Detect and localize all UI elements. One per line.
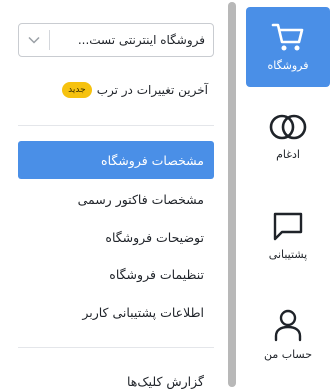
- menu-item-invoice-specs[interactable]: مشخصات فاکتور رسمی: [18, 180, 214, 218]
- menu-item-store-specs[interactable]: مشخصات فروشگاه: [18, 141, 214, 179]
- rail-item-label: حساب من: [263, 348, 313, 361]
- menu-item-label: اطلاعات پشتیبانی کاربر: [82, 304, 204, 320]
- recent-changes-label: آخرین تغییرات در ترب: [96, 83, 208, 97]
- rail-item-integration[interactable]: ادغام: [246, 112, 330, 182]
- user-icon: [272, 308, 304, 342]
- side-panel: فروشگاه اینترنتی تست... آخرین تغییرات در…: [0, 0, 226, 389]
- menu-item-label: توضیحات فروشگاه: [105, 229, 204, 245]
- menu-item-support-info[interactable]: اطلاعات پشتیبانی کاربر: [18, 293, 214, 331]
- menu-item-label: مشخصات فاکتور رسمی: [77, 191, 204, 207]
- store-select[interactable]: فروشگاه اینترنتی تست...: [18, 23, 214, 57]
- scrollbar-track[interactable]: [228, 2, 236, 387]
- rail-item-label: پشتیبانی: [268, 248, 308, 261]
- rail-item-label: ادغام: [276, 148, 300, 161]
- rail-item-account[interactable]: حساب من: [246, 308, 330, 380]
- scrollbar-thumb[interactable]: [228, 2, 236, 387]
- cart-icon: [271, 21, 305, 53]
- rail-item-label: فروشگاه: [267, 59, 309, 72]
- menu-item-store-description[interactable]: توضیحات فروشگاه: [18, 218, 214, 256]
- icon-rail: فروشگاه ادغام پشتیبانی حساب من: [242, 0, 334, 389]
- menu-item-click-report[interactable]: گزارش کلیک‌ها: [18, 362, 214, 389]
- chat-bubble-icon: [272, 210, 304, 242]
- rail-item-support[interactable]: پشتیبانی: [246, 210, 330, 282]
- recent-changes-link[interactable]: آخرین تغییرات در ترب جدید: [62, 82, 208, 98]
- menu-item-label: تنظیمات فروشگاه: [109, 266, 204, 282]
- divider: [18, 347, 214, 348]
- select-separator: [49, 30, 50, 50]
- rail-item-store[interactable]: فروشگاه: [246, 7, 330, 87]
- menu-item-label: گزارش کلیک‌ها: [126, 373, 204, 389]
- menu-item-store-settings[interactable]: تنظیمات فروشگاه: [18, 255, 214, 293]
- new-badge: جدید: [62, 82, 92, 98]
- interlocking-rings-icon: [268, 112, 308, 142]
- divider: [18, 125, 214, 126]
- store-select-value: فروشگاه اینترنتی تست...: [77, 33, 205, 47]
- chevron-down-icon[interactable]: [19, 36, 49, 44]
- menu-item-label: مشخصات فروشگاه: [101, 152, 204, 168]
